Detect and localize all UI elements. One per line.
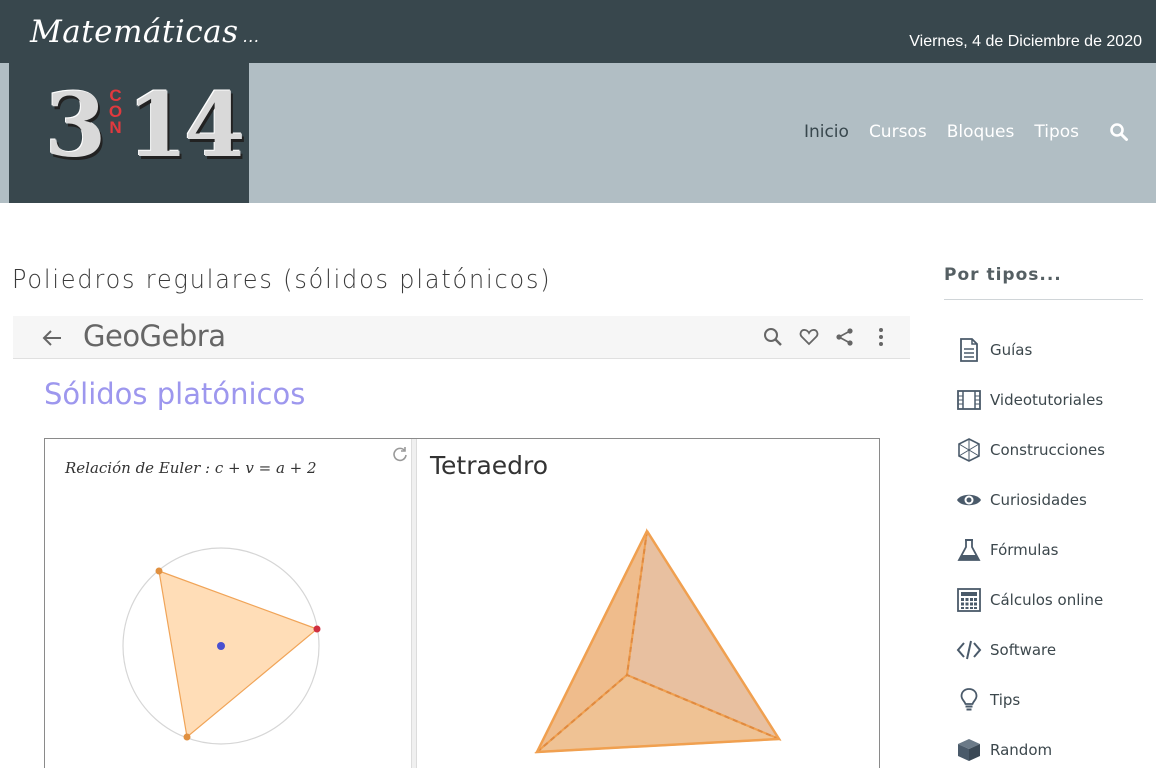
polygon-construction[interactable] xyxy=(45,439,411,768)
geogebra-embed[interactable]: GeoGebra Sólidos platónicos Relación de … xyxy=(13,316,910,768)
logo-digit-3: 3 xyxy=(45,73,107,177)
code-icon xyxy=(956,640,982,660)
sidebar-item-construcciones[interactable]: Construcciones xyxy=(956,425,1105,475)
site-logo[interactable]: 3 CON 14 xyxy=(9,63,249,203)
sidebar-item-guias[interactable]: Guías xyxy=(956,325,1105,375)
lightbulb-icon xyxy=(960,688,978,711)
graphics-view-3d[interactable]: Tetraedro xyxy=(417,439,879,768)
sidebar-item-curiosidades[interactable]: Curiosidades xyxy=(956,475,1105,525)
sidebar-list: Guías Videotutoriales Construcciones Cur… xyxy=(956,325,1105,775)
sidebar-item-label: Cálculos online xyxy=(990,591,1104,609)
search-icon[interactable] xyxy=(1109,122,1129,142)
nav-item-tipos[interactable]: Tipos xyxy=(1034,122,1079,142)
eye-icon xyxy=(957,494,981,506)
site-brand[interactable]: Matemáticas... xyxy=(30,14,259,50)
sidebar-item-label: Construcciones xyxy=(990,441,1105,459)
logo-con-text: CON xyxy=(106,86,125,134)
sidebar-item-label: Guías xyxy=(990,341,1033,359)
sidebar-divider xyxy=(944,299,1143,300)
document-icon xyxy=(960,338,978,362)
current-date: Viernes, 4 de Diciembre de 2020 xyxy=(909,33,1142,50)
sidebar-item-label: Random xyxy=(990,741,1053,759)
sidebar-item-label: Tips xyxy=(990,691,1021,709)
sidebar-item-calculos-online[interactable]: Cálculos online xyxy=(956,575,1105,625)
geogebra-logo[interactable]: GeoGebra xyxy=(83,319,226,353)
sidebar-item-formulas[interactable]: Fórmulas xyxy=(956,525,1105,575)
flask-icon xyxy=(957,539,981,561)
brand-dots: ... xyxy=(242,27,260,46)
geogebra-applet[interactable]: Relación de Euler : c + v = a + 2 Tetrae… xyxy=(44,438,880,768)
brand-text: Matemáticas xyxy=(30,14,239,50)
search-icon[interactable] xyxy=(762,326,784,348)
sidebar-item-label: Videotutoriales xyxy=(990,391,1104,409)
sidebar-title: Por tipos... xyxy=(944,265,1062,285)
nav-item-bloques[interactable]: Bloques xyxy=(947,122,1015,142)
sidebar-item-label: Fórmulas xyxy=(990,541,1059,559)
geogebra-toolbar xyxy=(762,326,892,348)
main-nav: Inicio Cursos Bloques Tipos xyxy=(804,122,1129,142)
tetrahedron-figure[interactable] xyxy=(417,439,879,768)
sidebar-item-tips[interactable]: Tips xyxy=(956,675,1105,725)
film-icon xyxy=(957,390,981,410)
nav-item-inicio[interactable]: Inicio xyxy=(804,122,849,142)
nav-item-cursos[interactable]: Cursos xyxy=(869,122,927,142)
more-vert-icon[interactable] xyxy=(870,326,892,348)
sidebar-item-label: Software xyxy=(990,641,1057,659)
construction-icon xyxy=(958,438,980,462)
sidebar-item-label: Curiosidades xyxy=(990,491,1087,509)
share-icon[interactable] xyxy=(834,326,856,348)
graphics-view-2d[interactable]: Relación de Euler : c + v = a + 2 xyxy=(45,439,411,768)
page-title: Poliedros regulares (sólidos platónicos) xyxy=(12,265,552,295)
geogebra-header: GeoGebra xyxy=(13,316,910,359)
logo-digits-14: 14 xyxy=(127,73,245,177)
heart-icon[interactable] xyxy=(798,326,820,348)
back-arrow-icon[interactable] xyxy=(40,326,64,350)
calculator-icon xyxy=(957,588,981,612)
top-bar: Matemáticas... Viernes, 4 de Diciembre d… xyxy=(0,0,1156,63)
geogebra-title: Sólidos platónicos xyxy=(44,377,306,411)
cube-icon xyxy=(958,739,980,761)
sidebar-item-software[interactable]: Software xyxy=(956,625,1105,675)
sidebar-item-videotutoriales[interactable]: Videotutoriales xyxy=(956,375,1105,425)
